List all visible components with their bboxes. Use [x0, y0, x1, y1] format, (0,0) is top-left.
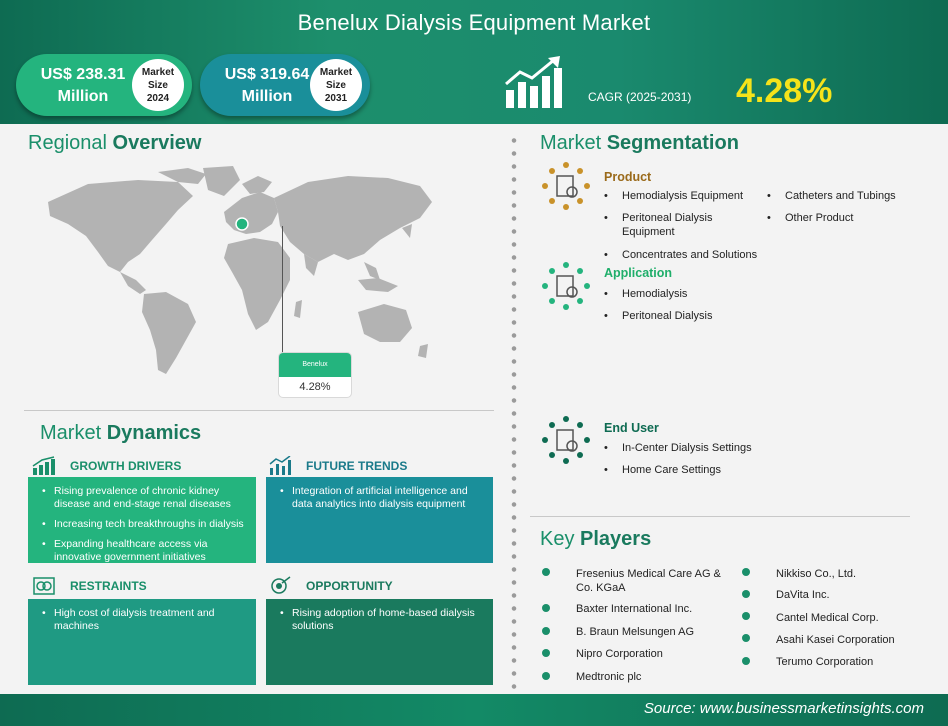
page-title: Benelux Dialysis Equipment Market	[297, 10, 651, 35]
source-text: Source: www.businessmarketinsights.com	[643, 700, 924, 717]
list-item: DaVita Inc.	[776, 589, 830, 601]
list-item: Nipro Corporation	[576, 648, 663, 660]
divider	[24, 410, 494, 411]
benelux-marker	[235, 217, 249, 231]
list-item: Peritoneal Dialysis Equipment	[604, 211, 754, 239]
cagr-value: 4.28%	[736, 72, 833, 110]
application-icon	[542, 262, 590, 310]
bullet-dot	[742, 657, 750, 665]
list-item: Baxter International Inc.	[576, 603, 693, 615]
market-dynamics-title: Market Dynamics	[40, 422, 202, 444]
map-callout-value: 4.28%	[299, 381, 331, 393]
list-item: High cost of dialysis treatment and mach…	[42, 607, 244, 633]
bullet-dot	[542, 627, 550, 635]
list-item: Integration of artificial intelligence a…	[280, 485, 481, 511]
bullet-dot	[742, 612, 750, 620]
cagr-label: CAGR (2025-2031)	[588, 90, 692, 104]
list-item: Hemodialysis Equipment	[604, 189, 764, 203]
list-item: Nikkiso Co., Ltd.	[776, 568, 857, 580]
market-size-2031-value: US$ 319.64 Million	[224, 66, 310, 105]
end-user-icon	[542, 416, 590, 464]
bullet-dot	[542, 568, 550, 576]
list-item: B. Braun Melsungen AG	[576, 626, 695, 638]
list-item: Rising adoption of home-based dialysis s…	[280, 607, 481, 633]
bullet-dot	[542, 649, 550, 657]
product-icon	[542, 162, 590, 210]
divider	[530, 516, 910, 517]
key-players-title: Key Players	[540, 528, 652, 550]
list-item: Cantel Medical Corp.	[776, 612, 879, 624]
market-size-2031-label: Market Size 2031	[310, 59, 362, 111]
world-map	[48, 166, 432, 374]
market-size-2024-value: US$ 238.31 Million	[40, 66, 126, 105]
future-trends-box: Integration of artificial intelligence a…	[266, 477, 493, 563]
market-size-2024-pill: US$ 238.31 Million Market Size 2024	[16, 54, 192, 116]
list-item: Expanding healthcare access via innovati…	[42, 538, 244, 564]
market-size-2024-label: Market Size 2024	[132, 59, 184, 111]
market-segmentation-title: Market Segmentation	[540, 132, 739, 154]
list-item: Other Product	[767, 211, 917, 225]
footer-bar: Source: www.businessmarketinsights.com	[0, 694, 948, 726]
vertical-divider	[511, 134, 517, 690]
growth-drivers-header: GROWTH DRIVERS	[32, 456, 181, 476]
bullet-dot	[542, 672, 550, 680]
growth-bars-icon	[32, 456, 55, 475]
list-item: Fresenius Medical Care AG & Co. KGaA	[576, 568, 721, 594]
trend-chart-icon	[269, 456, 291, 475]
list-item: Home Care Settings	[604, 463, 784, 477]
bullet-dot	[742, 568, 750, 576]
bullet-dot	[742, 590, 750, 598]
list-item: Peritoneal Dialysis	[604, 309, 764, 323]
product-label: Product	[604, 170, 652, 184]
list-item: Concentrates and Solutions	[604, 248, 784, 262]
market-size-2031-pill: US$ 319.64 Million Market Size 2031	[200, 54, 370, 116]
header-banner: Benelux Dialysis Equipment Market US$ 23…	[0, 0, 948, 124]
list-item: Hemodialysis	[604, 287, 764, 301]
list-item: In-Center Dialysis Settings	[604, 441, 784, 455]
end-user-label: End User	[604, 421, 659, 435]
growth-drivers-box: Rising prevalence of chronic kidney dise…	[28, 477, 256, 563]
map-callout: Benelux 4.28%	[278, 352, 352, 398]
list-item: Medtronic plc	[576, 671, 642, 683]
application-label: Application	[604, 266, 673, 280]
growth-chart-icon	[505, 56, 562, 108]
bullet-dot	[742, 634, 750, 642]
list-item: Rising prevalence of chronic kidney dise…	[42, 485, 244, 511]
regional-overview-title: Regional Overview	[28, 132, 202, 154]
list-item: Asahi Kasei Corporation	[776, 634, 895, 646]
chain-link-icon	[33, 577, 55, 595]
restraints-box: High cost of dialysis treatment and mach…	[28, 599, 256, 685]
list-item: Terumo Corporation	[776, 656, 874, 668]
opportunity-box: Rising adoption of home-based dialysis s…	[266, 599, 493, 685]
bullet-dot	[542, 604, 550, 612]
opportunity-header: OPPORTUNITY	[268, 576, 393, 596]
list-item: Catheters and Tubings	[767, 189, 917, 203]
future-trends-header: FUTURE TRENDS	[268, 456, 407, 476]
map-callout-region: Benelux	[279, 353, 351, 377]
target-gear-icon	[271, 576, 291, 594]
restraints-header: RESTRAINTS	[32, 576, 147, 596]
map-pointer-line	[282, 226, 283, 354]
list-item: Increasing tech breakthroughs in dialysi…	[42, 518, 244, 531]
